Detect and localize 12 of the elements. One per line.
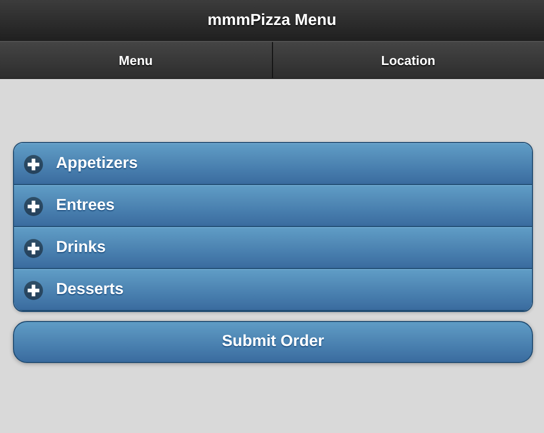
header-title: mmmPizza Menu xyxy=(208,12,336,30)
plus-icon xyxy=(24,196,43,216)
plus-icon xyxy=(24,280,43,300)
nav-tab[interactable]: Menu xyxy=(0,42,272,78)
plus-icon xyxy=(24,238,43,258)
submit-order-button[interactable]: Submit Order xyxy=(13,321,533,363)
nav-tab[interactable]: Location xyxy=(272,42,544,78)
plus-icon xyxy=(24,154,43,174)
section-header[interactable]: Desserts xyxy=(14,269,532,311)
section-header[interactable]: Appetizers xyxy=(14,143,532,185)
section-header[interactable]: Entrees xyxy=(14,185,532,227)
section-header[interactable]: Drinks xyxy=(14,227,532,269)
